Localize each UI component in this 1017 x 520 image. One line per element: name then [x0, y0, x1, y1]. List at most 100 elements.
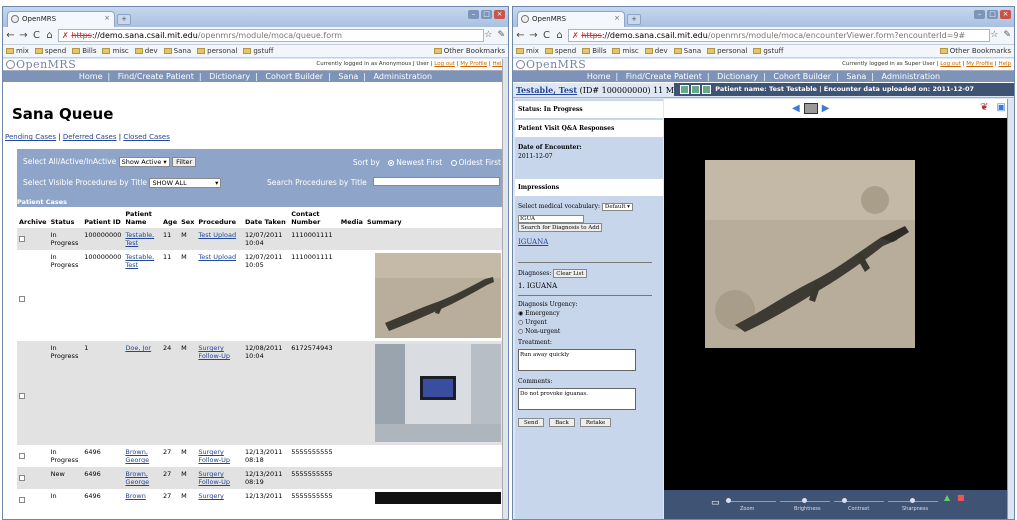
- openmrs-logo[interactable]: OpenMRS: [6, 59, 76, 71]
- brightness-knob[interactable]: [802, 498, 807, 503]
- send-button[interactable]: Send: [518, 418, 545, 427]
- bookmark-star-icon[interactable]: ☆: [484, 30, 492, 40]
- home-icon[interactable]: ⌂: [555, 30, 564, 41]
- nav-sana[interactable]: Sana: [846, 72, 866, 81]
- active-filter-select[interactable]: Show Active ▾: [118, 157, 170, 167]
- sharpness-slider[interactable]: Sharpness: [888, 498, 938, 512]
- retake-button[interactable]: Retake: [579, 418, 612, 427]
- patient-name-link[interactable]: Brown, George: [125, 470, 149, 486]
- maximize-icon[interactable]: □: [481, 10, 492, 19]
- patient-name-link[interactable]: Brown, George: [125, 448, 149, 464]
- qa-header[interactable]: Patient Visit Q&A Responses: [515, 120, 663, 137]
- add-media-icon[interactable]: [680, 84, 689, 94]
- table-row[interactable]: In Progress 100000000 Testable, Test 11 M Tes…: [17, 250, 503, 341]
- viewer-scrollbar[interactable]: [1007, 99, 1014, 519]
- logout-link[interactable]: Log out: [434, 61, 455, 67]
- pending-cases-link[interactable]: Pending Cases: [5, 133, 56, 141]
- bookmark-item[interactable]: Sana: [673, 47, 701, 55]
- reload-icon[interactable]: C: [32, 30, 41, 41]
- patient-name-link[interactable]: Testable, Test: [125, 231, 154, 247]
- urgency-radio-urgent[interactable]: ○: [518, 319, 523, 326]
- patient-name-link[interactable]: Testable, Test: [516, 85, 577, 95]
- help-link[interactable]: Help: [998, 61, 1011, 67]
- nav-home[interactable]: Home: [587, 72, 611, 81]
- bookmark-item[interactable]: personal: [197, 47, 237, 55]
- tab-close-icon[interactable]: ×: [614, 14, 620, 22]
- search-diagnosis-button[interactable]: Search for Diagnosis to Add: [518, 223, 603, 232]
- maximize-icon[interactable]: □: [987, 10, 998, 19]
- urgency-radio-nonurgent[interactable]: ○: [518, 328, 523, 335]
- nav-cohort-builder[interactable]: Cohort Builder: [265, 72, 323, 81]
- reload-icon[interactable]: C: [542, 30, 551, 41]
- room-thumbnail[interactable]: [374, 344, 501, 442]
- bookmark-item[interactable]: gstuff: [753, 47, 783, 55]
- procedure-link[interactable]: Test Upload: [198, 231, 236, 239]
- bookmark-item[interactable]: misc: [102, 47, 129, 55]
- bookmark-item[interactable]: misc: [612, 47, 639, 55]
- new-tab-button[interactable]: +: [117, 14, 131, 25]
- zoom-knob[interactable]: [726, 498, 731, 503]
- nav-find-create-patient[interactable]: Find/Create Patient: [118, 72, 194, 81]
- my-profile-link[interactable]: My Profile: [460, 61, 487, 67]
- archive-checkbox[interactable]: [19, 497, 25, 503]
- bookmark-item[interactable]: personal: [707, 47, 747, 55]
- contrast-slider[interactable]: Contrast: [834, 498, 884, 512]
- closed-cases-link[interactable]: Closed Cases: [123, 133, 170, 141]
- procedure-link[interactable]: Surgery: [198, 492, 223, 500]
- table-row[interactable]: In Progress 100000000 Testable, Test 11 M Tes…: [17, 228, 503, 250]
- bookmark-item[interactable]: mix: [6, 47, 29, 55]
- bookmark-item[interactable]: dev: [644, 47, 668, 55]
- nav-administration[interactable]: Administration: [882, 72, 941, 81]
- upload-media-icon[interactable]: [691, 84, 700, 94]
- filter-button[interactable]: Filter: [172, 157, 197, 167]
- openmrs-logo[interactable]: OpenMRS: [516, 59, 586, 71]
- logout-link[interactable]: Log out: [940, 61, 961, 67]
- save-image-icon[interactable]: ▲: [944, 493, 950, 502]
- procedure-filter-select[interactable]: SHOW ALL ▾: [149, 178, 222, 188]
- nav-home[interactable]: Home: [79, 72, 103, 81]
- nav-sana[interactable]: Sana: [338, 72, 358, 81]
- address-bar[interactable]: ✗ https://demo.sana.csail.mit.edu/openmr…: [568, 29, 990, 42]
- image-mode-icon[interactable]: ▭: [711, 498, 720, 508]
- address-bar[interactable]: ✗ https://demo.sana.csail.mit.edu/openmr…: [58, 29, 484, 42]
- sort-newest-radio[interactable]: [388, 160, 395, 166]
- prev-image-icon[interactable]: ◀: [792, 103, 800, 114]
- bookmark-item[interactable]: spend: [544, 47, 576, 55]
- forward-arrow-icon[interactable]: →: [529, 30, 538, 41]
- archive-checkbox[interactable]: [19, 236, 25, 242]
- patient-name-link[interactable]: Doe, Jor: [125, 344, 151, 352]
- bookmark-item[interactable]: dev: [134, 47, 158, 55]
- bookmark-item[interactable]: Bills: [582, 47, 606, 55]
- new-tab-button[interactable]: +: [627, 14, 641, 25]
- brightness-slider[interactable]: Brightness: [780, 498, 830, 512]
- wrench-icon[interactable]: ✎: [497, 30, 505, 40]
- back-arrow-icon[interactable]: ←: [6, 30, 15, 41]
- procedure-link[interactable]: Surgery Follow-Up: [198, 344, 230, 360]
- nav-dictionary[interactable]: Dictionary: [717, 72, 758, 81]
- deferred-cases-link[interactable]: Deferred Cases: [63, 133, 117, 141]
- bookmark-item[interactable]: spend: [34, 47, 66, 55]
- close-window-icon[interactable]: ×: [494, 10, 505, 19]
- image-icon[interactable]: [702, 84, 711, 94]
- procedure-link[interactable]: Surgery Follow-Up: [198, 470, 230, 486]
- procedure-link[interactable]: Surgery Follow-Up: [198, 448, 230, 464]
- page-scrollbar[interactable]: [502, 59, 508, 519]
- contrast-knob[interactable]: [842, 498, 847, 503]
- minimize-icon[interactable]: –: [974, 10, 985, 19]
- patient-name-link[interactable]: Brown: [125, 492, 145, 500]
- table-row[interactable]: In Progress 1 Doe, Jor 24 M Surgery Follow-Up…: [17, 341, 503, 445]
- bookmark-item[interactable]: Sana: [163, 47, 191, 55]
- bookmark-star-icon[interactable]: ☆: [990, 30, 998, 40]
- bookmark-item[interactable]: gstuff: [243, 47, 273, 55]
- table-row[interactable]: In Progress 6496 Brown, George 27 M Surgery F…: [17, 445, 503, 467]
- fullscreen-icon[interactable]: ▣: [997, 102, 1006, 113]
- diagnosis-result-link[interactable]: IGUANA: [518, 238, 548, 246]
- table-row[interactable]: In 6496 Brown 27 M Surgery 12/13/2011 555555555…: [17, 489, 503, 508]
- urgency-radio-emergency[interactable]: ◉: [518, 310, 523, 317]
- other-bookmarks[interactable]: Other Bookmarks: [939, 47, 1011, 55]
- close-window-icon[interactable]: ×: [1000, 10, 1011, 19]
- archive-checkbox[interactable]: [19, 453, 25, 459]
- back-arrow-icon[interactable]: ←: [516, 30, 525, 41]
- next-image-icon[interactable]: ▶: [822, 103, 830, 114]
- treatment-textarea[interactable]: Run away quickly: [518, 349, 636, 371]
